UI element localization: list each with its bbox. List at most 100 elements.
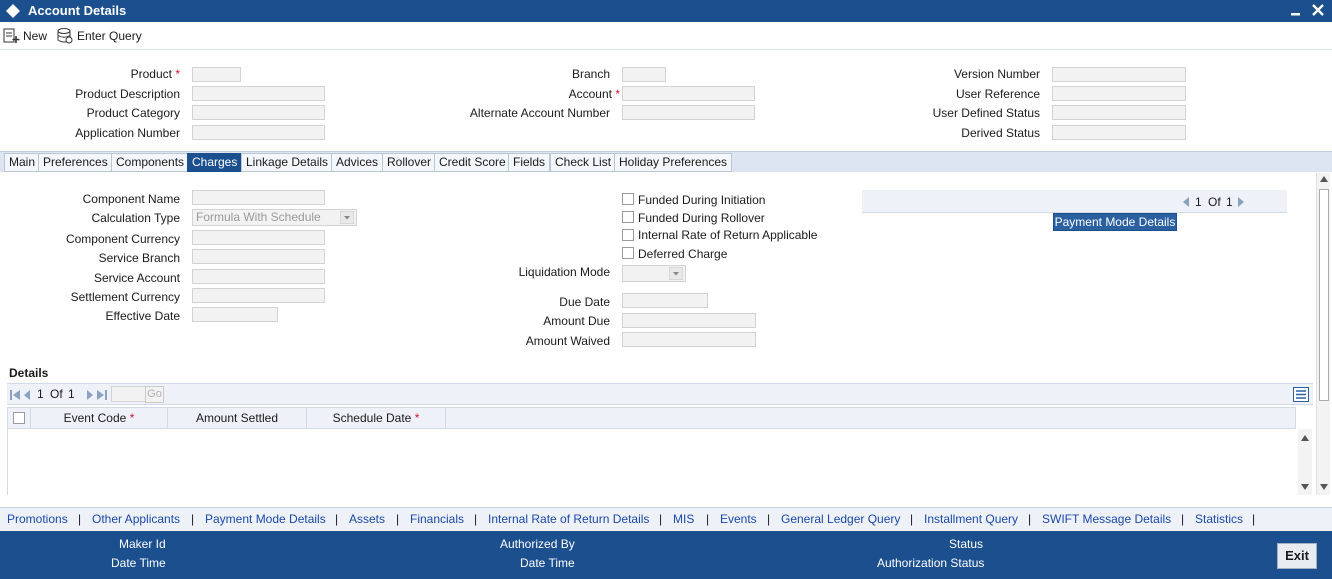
deferred-charge-label: Deferred Charge [638, 247, 728, 261]
scrollbar[interactable] [1316, 173, 1330, 495]
link-promotions[interactable]: Promotions [7, 512, 68, 526]
tab-advices[interactable]: Advices [331, 153, 384, 172]
tab-credit-score[interactable]: Credit Score [434, 153, 511, 172]
enter-query-label: Enter Query [77, 29, 142, 43]
tab-preferences[interactable]: Preferences [38, 153, 113, 172]
tab-charges[interactable]: Charges [187, 153, 243, 172]
details-pager-bar: 1 Of 1 Go [7, 383, 1313, 405]
link-separator: | [335, 512, 339, 526]
link-payment-mode-details[interactable]: Payment Mode Details [205, 512, 326, 526]
link-statistics[interactable]: Statistics [1195, 512, 1243, 526]
tab-components[interactable]: Components [111, 153, 190, 172]
link-separator: | [910, 512, 914, 526]
link-general-ledger-query[interactable]: General Ledger Query [781, 512, 900, 526]
due-date-label: Due Date [559, 295, 610, 309]
link-other-applicants[interactable]: Other Applicants [92, 512, 180, 526]
tab-fields[interactable]: Fields [508, 153, 551, 172]
page-number-input[interactable] [111, 386, 147, 402]
tab-main[interactable]: Main [4, 153, 41, 172]
calculation-type-value: Formula With Schedule [196, 210, 321, 224]
user-defined-status-field[interactable] [1052, 105, 1186, 120]
account-field[interactable] [622, 86, 755, 101]
liquidation-mode-select[interactable] [622, 265, 686, 282]
deferred-charge-checkbox[interactable] [622, 247, 634, 259]
application-number-label: Application Number [75, 126, 180, 140]
due-date-field[interactable] [622, 293, 708, 308]
branch-field[interactable] [622, 67, 666, 82]
last-page-icon[interactable] [97, 390, 107, 400]
new-document-icon [3, 28, 20, 43]
irr-applicable-label: Internal Rate of Return Applicable [638, 228, 818, 242]
user-reference-field[interactable] [1052, 86, 1186, 101]
payment-mode-details-button[interactable]: Payment Mode Details [1053, 213, 1177, 231]
column-event-code[interactable]: Event Code * [31, 408, 168, 428]
scroll-up-icon[interactable] [1320, 176, 1328, 182]
minimize-icon[interactable] [1290, 5, 1302, 17]
exit-button[interactable]: Exit [1277, 543, 1317, 569]
scroll-up-icon[interactable] [1301, 435, 1309, 441]
amount-waived-field[interactable] [622, 332, 756, 347]
date-time-label: Date Time [111, 556, 166, 570]
settlement-currency-field[interactable] [192, 288, 325, 303]
irr-applicable-checkbox[interactable] [622, 229, 634, 241]
column-schedule-date[interactable]: Schedule Date * [307, 408, 446, 428]
component-currency-field[interactable] [192, 230, 325, 245]
branch-label: Branch [571, 67, 610, 81]
tab-holiday-preferences[interactable]: Holiday Preferences [614, 153, 733, 172]
tab-check-list[interactable]: Check List [550, 153, 617, 172]
link-installment-query[interactable]: Installment Query [924, 512, 1018, 526]
select-all-checkbox[interactable] [13, 412, 25, 424]
prev-page-icon[interactable] [23, 390, 31, 400]
authorized-by-label: Authorized By [500, 537, 575, 551]
close-icon[interactable] [1311, 3, 1325, 17]
service-account-field[interactable] [192, 269, 325, 284]
chevron-left-icon[interactable] [1182, 197, 1190, 207]
chevron-down-icon [669, 267, 683, 280]
derived-status-field[interactable] [1052, 125, 1186, 140]
amount-due-field[interactable] [622, 313, 756, 328]
amount-due-label: Amount Due [543, 314, 610, 328]
next-page-icon[interactable] [86, 390, 94, 400]
column-settings-icon[interactable] [1293, 387, 1309, 402]
link-mis[interactable]: MIS [673, 512, 694, 526]
details-pager-of: Of [50, 387, 63, 401]
scroll-down-icon[interactable] [1320, 484, 1328, 490]
link-irr-details[interactable]: Internal Rate of Return Details [488, 512, 649, 526]
funded-initiation-checkbox[interactable] [622, 193, 634, 205]
application-number-field[interactable] [192, 125, 325, 140]
scroll-thumb[interactable] [1319, 189, 1329, 401]
component-currency-label: Component Currency [65, 232, 180, 246]
tab-rollover[interactable]: Rollover [382, 153, 437, 172]
product-category-field[interactable] [192, 105, 325, 120]
link-swift-message-details[interactable]: SWIFT Message Details [1042, 512, 1171, 526]
service-branch-field[interactable] [192, 249, 325, 264]
link-events[interactable]: Events [720, 512, 757, 526]
component-name-label: Component Name [82, 192, 180, 206]
link-assets[interactable]: Assets [349, 512, 385, 526]
column-amount-settled[interactable]: Amount Settled [168, 408, 307, 428]
chevron-right-icon[interactable] [1237, 197, 1245, 207]
product-category-label: Product Category [86, 106, 180, 120]
component-name-field[interactable] [192, 190, 325, 205]
alternate-account-field[interactable] [622, 105, 755, 120]
funded-rollover-checkbox[interactable] [622, 211, 634, 223]
details-title: Details [9, 366, 49, 380]
first-page-icon[interactable] [10, 390, 20, 400]
version-number-field[interactable] [1052, 67, 1186, 82]
calculation-type-select[interactable]: Formula With Schedule [192, 209, 357, 226]
tab-linkage-details[interactable]: Linkage Details [241, 153, 334, 172]
scroll-down-icon[interactable] [1301, 484, 1309, 490]
enter-query-button[interactable]: Enter Query [56, 27, 146, 45]
grid-scrollbar[interactable] [1298, 429, 1312, 495]
pager-of: Of [1208, 195, 1221, 209]
link-separator: | [1181, 512, 1185, 526]
effective-date-field[interactable] [192, 307, 278, 322]
link-separator: | [396, 512, 400, 526]
link-financials[interactable]: Financials [410, 512, 464, 526]
product-description-field[interactable] [192, 86, 325, 101]
auth-date-time-label: Date Time [520, 556, 575, 570]
product-field[interactable] [192, 67, 241, 82]
link-separator: | [191, 512, 195, 526]
status-label: Status [949, 537, 984, 551]
go-button[interactable]: Go [145, 386, 164, 403]
